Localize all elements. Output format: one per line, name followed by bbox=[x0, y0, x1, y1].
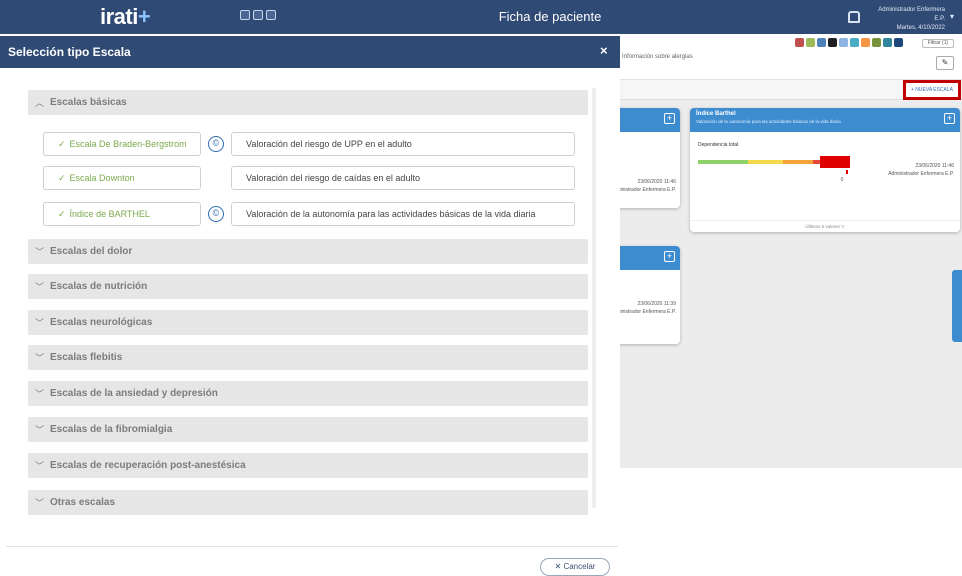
allergy-info: Información sobre alergias bbox=[622, 54, 693, 60]
close-icon[interactable]: × bbox=[600, 43, 608, 58]
session-date: Martes, 4/10/2022 bbox=[896, 25, 945, 31]
check-icon: ✓ bbox=[58, 209, 66, 219]
category-label: Escalas de nutrición bbox=[50, 281, 148, 292]
scale-description: Valoración del riesgo de UPP en el adult… bbox=[231, 132, 575, 156]
calendar-icon[interactable] bbox=[883, 38, 892, 47]
card-author: Administrador Enfermera E.P. bbox=[888, 171, 954, 177]
category-label: Escalas básicas bbox=[50, 97, 127, 108]
user-info[interactable]: Administrador Enfermera E.P. Martes, 4/1… bbox=[875, 6, 945, 33]
category-label: Escalas de recuperación post-anestésica bbox=[50, 460, 246, 471]
cancel-label: Cancelar bbox=[563, 562, 596, 571]
app-header: irati+ Ficha de paciente Administrador E… bbox=[0, 0, 962, 34]
modal-title: Selección tipo Escala bbox=[8, 45, 131, 59]
filter-button[interactable]: Filtrar (1) bbox=[922, 39, 954, 48]
toolbar-button-2[interactable] bbox=[253, 10, 263, 20]
new-scale-button[interactable]: + NUEVA ESCALA bbox=[903, 80, 961, 100]
toolbar-button-3[interactable] bbox=[266, 10, 276, 20]
chevron-down-icon: ﹀ bbox=[35, 282, 45, 292]
card-header: Índice Barthel Valoración de la autonomí… bbox=[690, 108, 960, 132]
chevron-down-icon[interactable]: ▾ bbox=[950, 12, 954, 21]
add-icon[interactable]: + bbox=[944, 113, 955, 124]
scale-row-downton: ✓ Escala Downton Valoración del riesgo de… bbox=[43, 166, 575, 190]
info-icon[interactable]: © bbox=[208, 136, 224, 152]
card-date: 23/06/2020 11:46 bbox=[915, 163, 954, 169]
scale-name: Escala De Braden-Bergstrom bbox=[69, 139, 187, 149]
category-escalas-ansiedad[interactable]: ﹀ Escalas de la ansiedad y depresión bbox=[28, 381, 588, 406]
patient-action-icons bbox=[795, 38, 903, 47]
chevron-down-icon: ﹀ bbox=[35, 353, 45, 363]
category-otras-escalas[interactable]: ﹀ Otras escalas bbox=[28, 490, 588, 515]
badge-icon[interactable] bbox=[828, 38, 837, 47]
category-label: Escalas flebitis bbox=[50, 352, 123, 363]
scale-row-braden: ✓ Escala De Braden-Bergstrom © Valoración… bbox=[43, 132, 575, 156]
add-icon[interactable]: + bbox=[664, 113, 675, 124]
user-icon[interactable] bbox=[848, 11, 860, 23]
chevron-down-icon: ﹀ bbox=[35, 498, 45, 508]
footer-divider bbox=[6, 546, 618, 547]
pencil-icon[interactable]: ✎ bbox=[936, 56, 954, 70]
chevron-down-icon: ﹀ bbox=[35, 318, 45, 328]
scale-name: Índice de BARTHEL bbox=[69, 209, 150, 219]
category-escalas-nutricion[interactable]: ﹀ Escalas de nutrición bbox=[28, 274, 588, 299]
chevron-down-icon: ﹀ bbox=[35, 461, 45, 471]
user-name: Administrador Enfermera E.P. bbox=[878, 7, 945, 22]
cancel-button[interactable]: ✕ Cancelar bbox=[540, 558, 610, 576]
toolbar-button-1[interactable] bbox=[240, 10, 250, 20]
leaf-icon[interactable] bbox=[872, 38, 881, 47]
warning-icon[interactable] bbox=[861, 38, 870, 47]
category-label: Escalas del dolor bbox=[50, 246, 133, 257]
result-label: Dependencia total bbox=[698, 142, 739, 148]
scale-description: Valoración de la autonomía para las acti… bbox=[231, 202, 575, 226]
scale-row-barthel: ✓ Índice de BARTHEL © Valoración de la au… bbox=[43, 202, 575, 226]
scale-select-braden[interactable]: ✓ Escala De Braden-Bergstrom bbox=[43, 132, 201, 156]
card-meta: 23/06/2020 11:46 Administrador Enfermera… bbox=[840, 162, 954, 178]
alert-icon[interactable] bbox=[795, 38, 804, 47]
check-icon: ✓ bbox=[58, 139, 66, 149]
category-label: Escalas de la fibromialgia bbox=[50, 424, 173, 435]
category-escalas-fibromialgia[interactable]: ﹀ Escalas de la fibromialgia bbox=[28, 417, 588, 442]
chevron-up-icon: ︿ bbox=[35, 98, 45, 108]
card-title: Índice Barthel bbox=[696, 111, 736, 117]
screen: irati+ Ficha de paciente Administrador E… bbox=[0, 0, 962, 576]
pill-icon[interactable] bbox=[806, 38, 815, 47]
last-values-link[interactable]: Últimos 5 valores ▽ bbox=[690, 220, 960, 232]
document-icon[interactable] bbox=[817, 38, 826, 47]
category-escalas-neurologicas[interactable]: ﹀ Escalas neurológicas bbox=[28, 310, 588, 335]
add-icon[interactable]: + bbox=[664, 251, 675, 262]
chevron-down-icon: ﹀ bbox=[35, 425, 45, 435]
info-icon[interactable]: © bbox=[208, 206, 224, 222]
barthel-card: Índice Barthel Valoración de la autonomí… bbox=[690, 108, 960, 232]
chart-icon[interactable] bbox=[839, 38, 848, 47]
chevron-down-icon: ﹀ bbox=[35, 389, 45, 399]
category-escalas-flebitis[interactable]: ﹀ Escalas flebitis bbox=[28, 345, 588, 370]
scale-type-modal: Selección tipo Escala × ︿ Escalas básica… bbox=[0, 36, 620, 576]
folder-icon[interactable] bbox=[894, 38, 903, 47]
card-subtitle: Valoración de la autonomía para las acti… bbox=[696, 119, 841, 124]
category-escalas-recuperacion[interactable]: ﹀ Escalas de recuperación post-anestésic… bbox=[28, 453, 588, 478]
category-label: Otras escalas bbox=[50, 497, 116, 508]
category-label: Escalas de la ansiedad y depresión bbox=[50, 388, 218, 399]
header-toolbar bbox=[240, 10, 276, 20]
category-escalas-dolor[interactable]: ﹀ Escalas del dolor bbox=[28, 239, 588, 264]
brand-text: irati bbox=[100, 4, 138, 29]
scale-description: Valoración del riesgo de caídas en el ad… bbox=[231, 166, 575, 190]
scale-select-downton[interactable]: ✓ Escala Downton bbox=[43, 166, 201, 190]
modal-scrollbar[interactable] bbox=[592, 88, 596, 508]
chevron-down-icon: ﹀ bbox=[35, 247, 45, 257]
list-icon[interactable] bbox=[850, 38, 859, 47]
brand-plus: + bbox=[137, 4, 151, 29]
category-escalas-basicas[interactable]: ︿ Escalas básicas bbox=[28, 90, 588, 115]
app-title: Ficha de paciente bbox=[498, 9, 602, 24]
check-icon: ✓ bbox=[58, 173, 66, 183]
category-label: Escalas neurológicas bbox=[50, 317, 153, 328]
side-tab[interactable] bbox=[952, 270, 962, 342]
scale-select-barthel[interactable]: ✓ Índice de BARTHEL bbox=[43, 202, 201, 226]
scale-name: Escala Downton bbox=[69, 173, 135, 183]
app-logo: irati+ bbox=[100, 4, 151, 30]
modal-header: Selección tipo Escala × bbox=[0, 36, 620, 68]
